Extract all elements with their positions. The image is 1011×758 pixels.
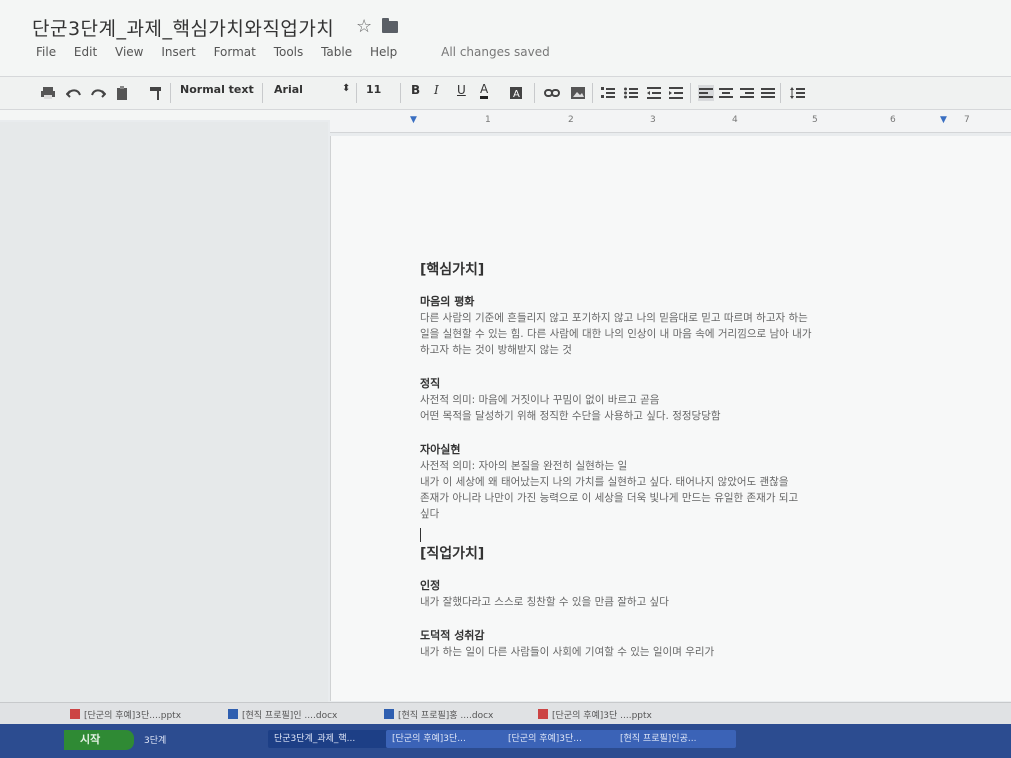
chevron-down-icon[interactable]: ⬍ xyxy=(342,83,350,94)
underline-button[interactable]: U xyxy=(457,83,466,97)
section-title: 마음의 평화 xyxy=(420,295,475,308)
section-title: 도덕적 성취감 xyxy=(420,629,485,642)
heading-core-values: [핵심가치] xyxy=(420,262,485,278)
italic-button[interactable]: I xyxy=(434,83,439,97)
paint-format-icon[interactable] xyxy=(148,85,164,101)
body-line: 싶다 xyxy=(420,508,440,520)
menu-bar: File Edit View Insert Format Tools Table… xyxy=(36,45,564,59)
menu-view[interactable]: View xyxy=(115,45,143,59)
horizontal-ruler[interactable]: ▼ 1 2 3 4 5 6 ▼ 7 xyxy=(330,110,1011,133)
download-item[interactable]: [현직 프로필]인 ....docx xyxy=(228,708,337,721)
body-line: 존재가 아니라 나만이 가진 능력으로 이 세상을 더욱 빛나게 만드는 유일한… xyxy=(420,492,799,504)
docx-file-icon xyxy=(384,709,394,719)
align-left-icon[interactable] xyxy=(698,85,714,101)
body-line: 내가 잘했다라고 스스로 칭찬할 수 있을 만큼 잘하고 싶다 xyxy=(420,596,669,608)
svg-text:A: A xyxy=(513,89,520,100)
downloads-bar: [단군의 후예]3단....pptx [현직 프로필]인 ....docx [현… xyxy=(0,702,1011,725)
body-line: 다른 사람의 기준에 흔들리지 않고 포기하지 않고 나의 믿음대로 믿고 따르… xyxy=(420,312,808,324)
document-body[interactable]: [핵심가치] 마음의 평화 다른 사람의 기준에 흔들리지 않고 포기하지 않고… xyxy=(420,262,940,660)
ruler-mark: 4 xyxy=(732,115,738,125)
menu-format[interactable]: Format xyxy=(214,45,256,59)
menu-help[interactable]: Help xyxy=(370,45,397,59)
align-right-icon[interactable] xyxy=(739,85,755,101)
text-cursor xyxy=(420,528,421,542)
ruler-mark: 2 xyxy=(568,115,574,125)
taskbar-item-word[interactable]: [현직 프로필]인공... xyxy=(614,730,736,748)
taskbar-item-docs[interactable]: 단군3단계_과제_핵... xyxy=(268,730,392,748)
body-line: 사전적 의미: 자아의 본질을 완전히 실현하는 일 xyxy=(420,460,628,472)
folder-icon[interactable] xyxy=(382,18,398,33)
pptx-file-icon xyxy=(538,709,548,719)
toolbar-divider xyxy=(690,83,691,103)
indent-marker-icon[interactable]: ▼ xyxy=(410,115,417,125)
download-item[interactable]: [단군의 후예]3단 ....pptx xyxy=(538,708,652,721)
toolbar-divider xyxy=(170,83,171,103)
ruler-mark: 1 xyxy=(485,115,491,125)
menu-file[interactable]: File xyxy=(36,45,56,59)
font-size-select[interactable]: 11 xyxy=(366,83,381,96)
style-select[interactable]: Normal text xyxy=(180,83,254,96)
body-line: 내가 이 세상에 왜 태어났는지 나의 가치를 실현하고 싶다. 태어나지 않았… xyxy=(420,476,789,488)
decrease-indent-icon[interactable] xyxy=(646,85,662,101)
heading-job-values: [직업가치] xyxy=(420,546,485,562)
image-icon[interactable] xyxy=(570,85,586,101)
star-icon[interactable]: ☆ xyxy=(356,16,372,37)
docs-header: 단군3단계_과제_핵심가치와직업가치 ☆ File Edit View Inse… xyxy=(0,0,1011,120)
align-center-icon[interactable] xyxy=(718,85,734,101)
increase-indent-icon[interactable] xyxy=(668,85,684,101)
download-item[interactable]: [현직 프로필]홍 ....docx xyxy=(384,708,493,721)
section-title: 인정 xyxy=(420,579,441,592)
docx-file-icon xyxy=(228,709,238,719)
menu-tools[interactable]: Tools xyxy=(274,45,304,59)
save-status: All changes saved xyxy=(441,45,550,59)
numbered-list-icon[interactable] xyxy=(600,85,616,101)
menu-insert[interactable]: Insert xyxy=(161,45,195,59)
line-spacing-icon[interactable] xyxy=(790,85,806,101)
download-item[interactable]: [단군의 후예]3단....pptx xyxy=(70,708,181,721)
ruler-mark: 5 xyxy=(812,115,818,125)
print-icon[interactable] xyxy=(40,85,56,101)
section-title: 자아실현 xyxy=(420,443,461,456)
taskbar-item-ppt[interactable]: [단군의 후예]3단... xyxy=(386,730,510,748)
toolbar: Normal text Arial ⬍ 11 B I U A A xyxy=(0,76,1011,110)
taskbar-item-ppt-2[interactable]: [단군의 후예]3단... xyxy=(502,730,622,748)
start-button[interactable]: 시작 xyxy=(64,730,134,750)
right-indent-marker-icon[interactable]: ▼ xyxy=(940,115,947,125)
pptx-file-icon xyxy=(70,709,80,719)
toolbar-divider xyxy=(780,83,781,103)
toolbar-divider xyxy=(592,83,593,103)
font-select[interactable]: Arial xyxy=(274,83,303,96)
ruler-mark: 6 xyxy=(890,115,896,125)
menu-table[interactable]: Table xyxy=(321,45,352,59)
body-line: 내가 하는 일이 다른 사람들이 사회에 기여할 수 있는 일이며 우리가 xyxy=(420,646,715,658)
toolbar-divider xyxy=(400,83,401,103)
highlight-icon[interactable]: A xyxy=(508,85,524,101)
quick-launch-label[interactable]: 3단계 xyxy=(144,733,166,746)
page-margin-area xyxy=(0,122,328,702)
justify-icon[interactable] xyxy=(760,85,776,101)
text-color-button[interactable]: A xyxy=(480,83,489,99)
redo-icon[interactable] xyxy=(90,85,106,101)
bulleted-list-icon[interactable] xyxy=(623,85,639,101)
ruler-mark: 7 xyxy=(964,115,970,125)
ruler-mark: 3 xyxy=(650,115,656,125)
bold-button[interactable]: B xyxy=(411,83,420,97)
document-title[interactable]: 단군3단계_과제_핵심가치와직업가치 xyxy=(32,14,334,41)
body-line: 사전적 의미: 마음에 거짓이나 꾸밈이 없이 바르고 곧음 xyxy=(420,394,660,406)
windows-taskbar: 시작 3단계 단군3단계_과제_핵... [단군의 후예]3단... [단군의 … xyxy=(0,724,1011,758)
toolbar-divider xyxy=(534,83,535,103)
section-title: 정직 xyxy=(420,377,441,390)
link-icon[interactable] xyxy=(544,85,560,101)
paste-icon[interactable] xyxy=(114,85,130,101)
toolbar-divider xyxy=(262,83,263,103)
body-line: 하고자 하는 것이 방해받지 않는 것 xyxy=(420,344,572,356)
body-line: 일을 실현할 수 있는 힘. 다른 사람에 대한 나의 인상이 내 마음 속에 … xyxy=(420,328,812,340)
toolbar-divider xyxy=(356,83,357,103)
menu-edit[interactable]: Edit xyxy=(74,45,97,59)
undo-icon[interactable] xyxy=(66,85,82,101)
body-line: 어떤 목적을 달성하기 위해 정직한 수단을 사용하고 싶다. 정정당당함 xyxy=(420,410,721,422)
